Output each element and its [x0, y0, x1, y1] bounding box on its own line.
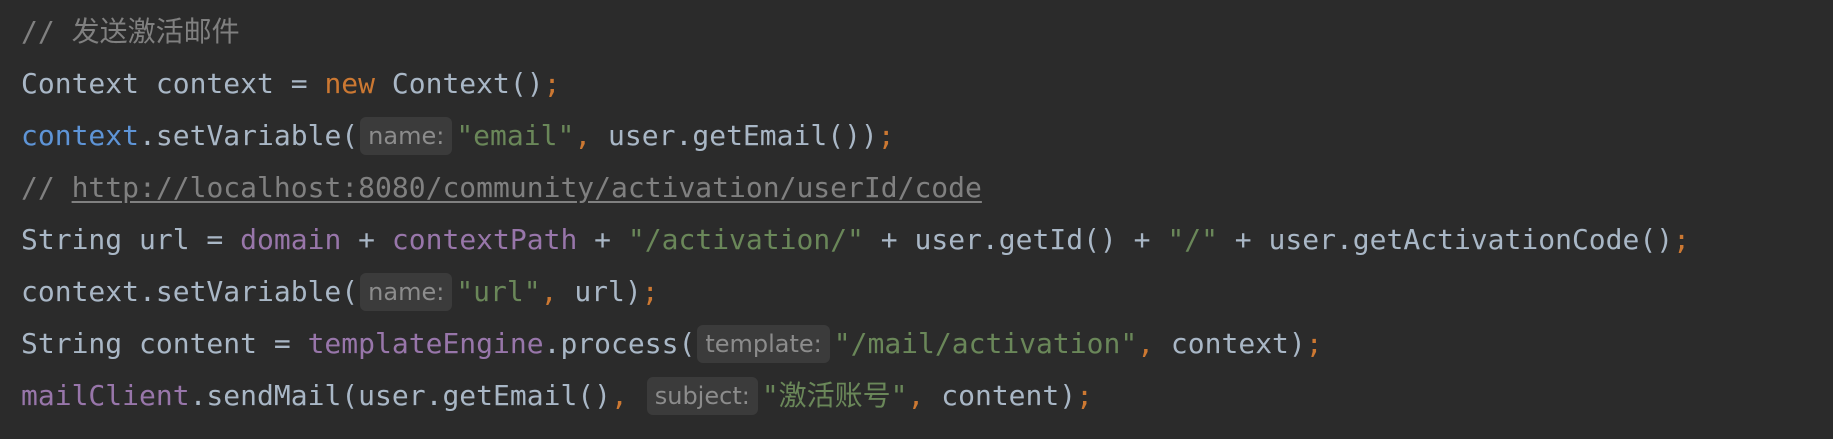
semicolon-token: ;: [641, 275, 659, 308]
code-text: String url =: [21, 223, 241, 256]
comment-text: // 发送激活邮件: [21, 15, 240, 48]
string-literal: "email": [456, 119, 575, 152]
code-text: .process(: [543, 327, 696, 360]
code-text: .sendMail(user.getEmail(): [189, 379, 612, 412]
semicolon-token: ;: [1076, 379, 1093, 412]
comment-link[interactable]: http://localhost:8080/community/activati…: [72, 171, 982, 204]
code-editor[interactable]: // 发送激活邮件 Context context = new Context()…: [0, 0, 1833, 439]
code-text: + user.getActivationCode(): [1217, 223, 1674, 256]
keyword-token: ,: [574, 119, 592, 152]
string-literal: "url": [456, 275, 541, 308]
code-text: user.getEmail()): [591, 119, 878, 152]
parameter-name-hint: name:: [360, 273, 453, 311]
code-line[interactable]: context.setVariable(name: "url", url);: [0, 272, 1833, 324]
code-text: .setVariable(: [139, 119, 359, 152]
parameter-name-hint: name:: [360, 117, 453, 155]
string-literal: "/mail/activation": [833, 327, 1138, 360]
code-line[interactable]: String content = templateEngine.process(…: [0, 324, 1833, 376]
parameter-name-hint: template:: [697, 325, 830, 363]
field-reference: mailClient: [21, 379, 190, 412]
field-reference: templateEngine: [307, 327, 544, 360]
code-line[interactable]: Context context = new Context();: [0, 64, 1833, 116]
semicolon-token: ;: [1673, 223, 1690, 256]
field-reference: domain: [240, 223, 342, 256]
keyword-token: ,: [540, 275, 558, 308]
code-text: + user.getId() +: [863, 223, 1168, 256]
code-text: String content =: [21, 327, 308, 360]
semicolon-token: ;: [877, 119, 895, 152]
string-literal: "激活账号": [761, 379, 908, 412]
keyword-token: ,: [907, 379, 925, 412]
keyword-token: ,: [611, 379, 628, 412]
semicolon-token: ;: [543, 67, 561, 100]
keyword-token: ,: [1137, 327, 1155, 360]
code-text: +: [577, 223, 628, 256]
field-reference: contextPath: [391, 223, 578, 256]
code-line[interactable]: mailClient.sendMail(user.getEmail(), sub…: [0, 376, 1833, 428]
semicolon-token: ;: [1305, 327, 1323, 360]
string-literal: "/": [1167, 223, 1218, 256]
code-text: +: [341, 223, 392, 256]
code-text: Context(): [375, 67, 544, 100]
keyword-token: new: [324, 67, 376, 100]
local-variable-reference: context: [21, 119, 140, 152]
code-line[interactable]: // http://localhost:8080/community/activ…: [0, 168, 1833, 220]
code-line[interactable]: context.setVariable(name: "email", user.g…: [0, 116, 1833, 168]
code-text: context.setVariable(: [21, 275, 359, 308]
parameter-name-hint: subject:: [646, 377, 758, 415]
comment-text: //: [21, 171, 72, 204]
code-text: content): [924, 379, 1077, 412]
code-text: context): [1154, 327, 1306, 360]
code-line[interactable]: String url = domain + contextPath + "/ac…: [0, 220, 1833, 272]
code-text: url): [557, 275, 642, 308]
code-line[interactable]: // 发送激活邮件: [0, 12, 1833, 64]
string-literal: "/activation/": [627, 223, 864, 256]
code-text: Context context =: [21, 67, 325, 100]
